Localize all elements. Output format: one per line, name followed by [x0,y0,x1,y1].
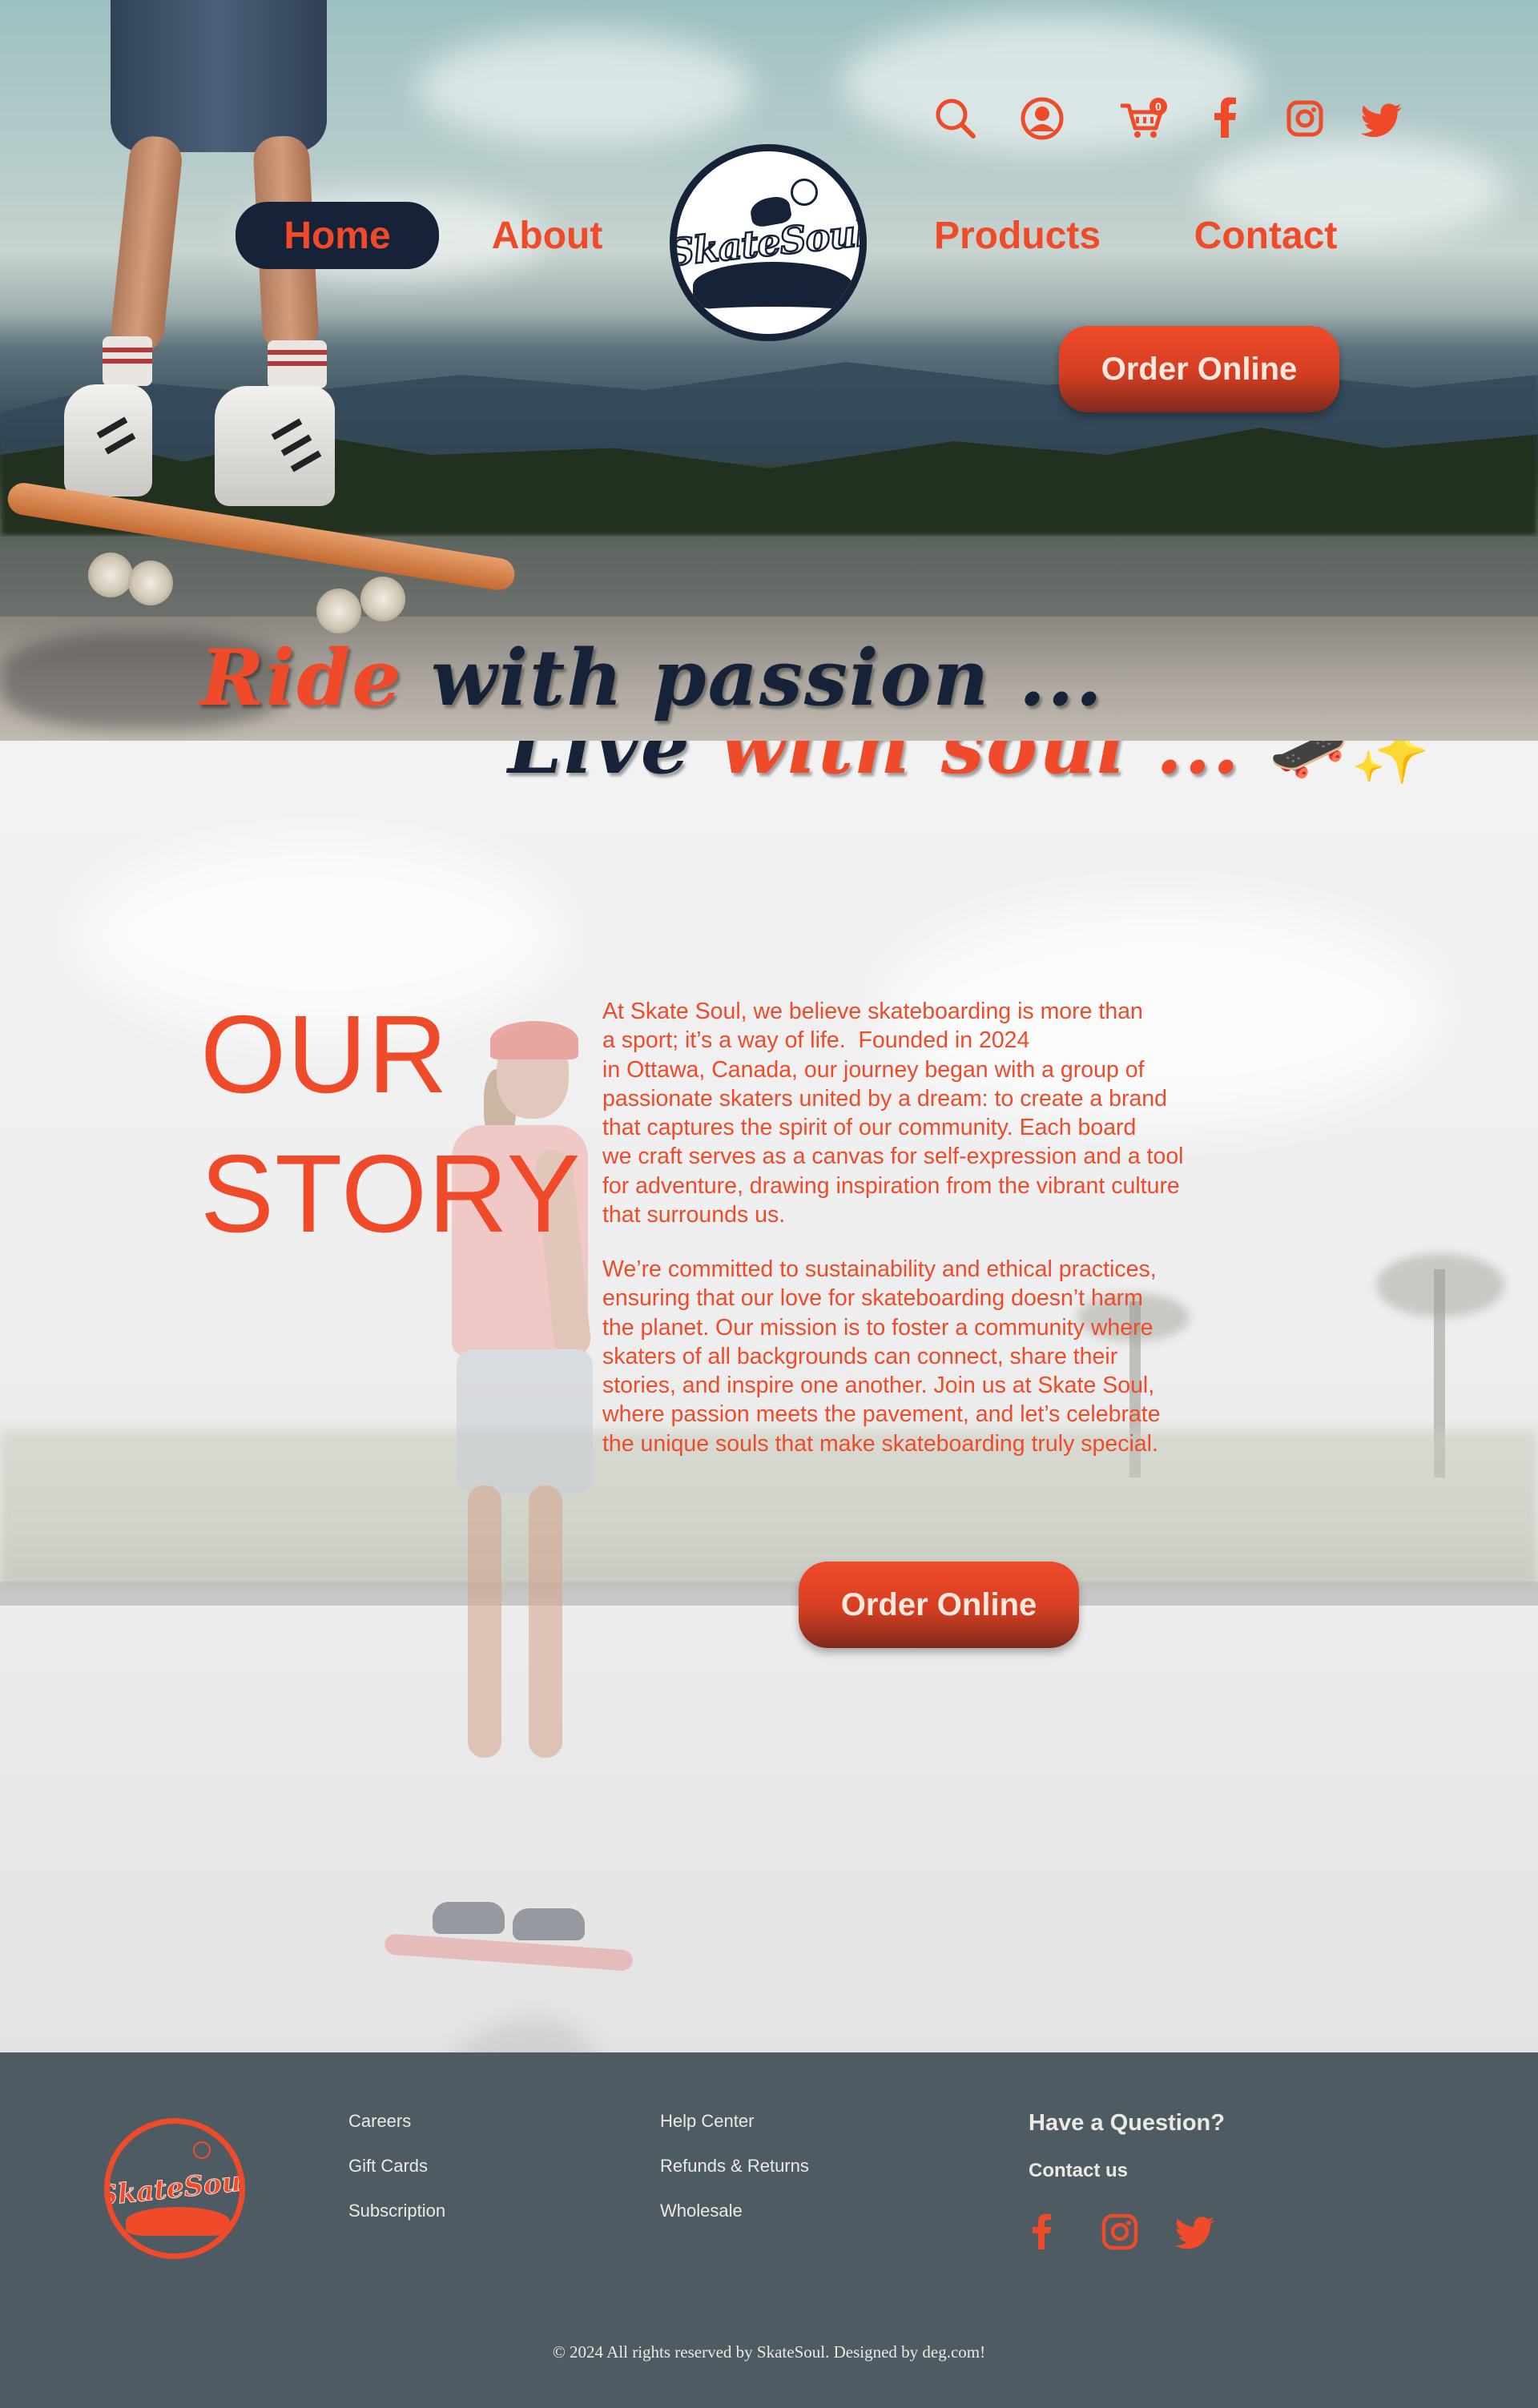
tagline-live: Live with soul ... 🛹✨ [508,741,1432,791]
tagline-live-word: Live [508,741,691,791]
skateboard-sparkle-emoji: 🛹✨ [1269,741,1432,788]
tagline-ride-rest: with passion ... [402,633,1104,723]
skater-sock [103,336,152,386]
facebook-icon[interactable] [1208,96,1243,141]
nav-contact[interactable]: Contact [1160,202,1371,269]
our-story-heading-line1: OUR [200,993,449,1116]
our-story-heading-line2: STORY [200,1132,582,1256]
cart-count-badge: 0 [1149,98,1167,115]
footer-link-subscription[interactable]: Subscription [348,2201,445,2221]
our-story-section: Live with soul ... 🛹✨ OUR STORY At Skate… [0,741,1538,2052]
brand-logo[interactable]: SkateSoul [670,144,867,341]
our-story-heading: OUR STORY [200,985,581,1264]
hero-banner: 0 Home About Products Contact SkateSoul … [0,0,1538,741]
story-line: ensuring that our love for skateboarding… [602,1285,1143,1312]
story-line: We’re committed to sustainability and et… [602,1256,1157,1282]
footer-logo-wave [126,2207,230,2236]
twitter-icon[interactable] [1360,96,1403,141]
footer-logo-wordmark: SkateSoul [104,2165,245,2213]
footer-link-gift-cards[interactable]: Gift Cards [348,2156,428,2177]
skateboard-wheel [128,561,173,605]
account-icon[interactable] [1020,96,1065,141]
story-line: skaters of all backgrounds can connect, … [602,1343,1118,1369]
footer-link-wholesale[interactable]: Wholesale [660,2201,743,2221]
story-line: At Skate Soul, we believe skateboarding … [602,999,1143,1024]
nav-products[interactable]: Products [905,202,1129,269]
tagline-live-rest: with soul ... [690,741,1270,791]
footer-logo-moon [193,2141,211,2159]
footer-logo[interactable]: SkateSoul [104,2118,245,2259]
skater-shoe [64,384,152,496]
story-paragraph-2: We’re committed to sustainability and et… [602,1255,1235,1458]
copyright-text: © 2024 All rights reserved by SkateSoul.… [552,2342,986,2362]
nav-home[interactable]: Home [236,202,439,269]
logo-wave-highlight [685,307,860,320]
story-line: the planet. Our mission is to foster a c… [602,1314,1154,1341]
facebook-icon[interactable] [1029,2213,1056,2251]
footer-link-help-center[interactable]: Help Center [660,2111,754,2132]
skateboard-wheel [360,577,405,621]
story-line: stories, and inspire one another. Join u… [602,1373,1155,1399]
story-line: for adventure, drawing inspiration from … [602,1172,1180,1199]
background-asphalt [0,1606,1538,2052]
order-online-button-story[interactable]: Order Online [799,1562,1079,1648]
tagline-ride: Ride with passion ... [200,633,1104,723]
skater-sock [268,340,327,388]
instagram-icon[interactable] [1101,2213,1139,2251]
search-icon[interactable] [933,96,978,141]
footer-link-careers[interactable]: Careers [348,2111,411,2132]
skater-leg [109,134,184,355]
skateboard-wheel [88,553,133,597]
cloud [417,32,753,144]
background-curb [0,1582,1538,1606]
hero-fence [0,535,1538,623]
story-line: passionate skaters united by a dream: to… [602,1085,1167,1112]
twitter-icon[interactable] [1174,2213,1216,2251]
story-line: where passion meets the pavement, and le… [602,1401,1161,1428]
footer-contact-link[interactable]: Contact us [1029,2160,1128,2182]
footer-link-refunds-returns[interactable]: Refunds & Returns [660,2156,809,2177]
story-line: that captures the spirit of our communit… [602,1115,1137,1141]
story-line: we craft serves as a canvas for self-exp… [602,1144,1184,1170]
story-paragraph-1: At Skate Soul, we believe skateboarding … [602,997,1235,1229]
story-line: that surrounds us. [602,1202,786,1228]
skater-shoe [215,386,335,506]
skateboard-wheel [316,589,361,633]
footer-question-heading: Have a Question? [1029,2110,1225,2136]
instagram-icon[interactable] [1285,96,1325,141]
cart-icon[interactable]: 0 [1117,96,1167,141]
logo-moon [791,179,818,206]
story-line: the unique souls that make skateboarding… [602,1430,1158,1457]
story-line: in Ottawa, Canada, our journey began wit… [602,1056,1145,1083]
order-online-button-header[interactable]: Order Online [1059,326,1339,412]
nav-about[interactable]: About [447,202,647,269]
story-line: a sport; it’s a way of life. Founded in … [602,1027,1030,1054]
tagline-ride-word: Ride [200,633,403,723]
skater-shorts [111,0,327,152]
palm-tree-crown [1376,1253,1504,1317]
